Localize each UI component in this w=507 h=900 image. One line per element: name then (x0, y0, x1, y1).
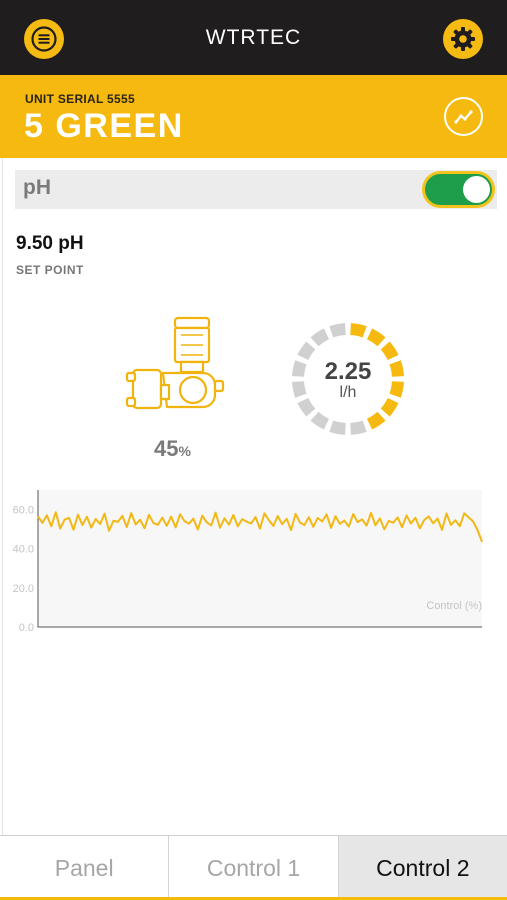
y-tick-label: 20.0 (13, 583, 34, 595)
tab-control-2[interactable]: Control 2 (338, 836, 507, 900)
gauge-segment (366, 328, 386, 347)
gauge-segment (310, 328, 330, 347)
gauge-segment (366, 411, 386, 430)
chart-legend: Control (%) (426, 600, 482, 612)
pump-speed-readout: 45% (125, 436, 220, 462)
tab-control-1[interactable]: Control 1 (169, 836, 339, 900)
tab-panel[interactable]: Panel (0, 836, 170, 900)
y-tick-label: 0.0 (19, 622, 34, 634)
toggle-knob (463, 176, 490, 203)
gauge-segment (310, 411, 330, 430)
unit-banner: UNIT SERIAL 5555 5 GREEN (0, 75, 507, 158)
setpoint-label: SET POINT (16, 263, 84, 277)
trend-button[interactable] (444, 97, 483, 136)
setpoint-value[interactable]: 9.50 pH (16, 233, 84, 255)
pump-speed-value: 45 (154, 436, 179, 461)
y-tick-label: 40.0 (13, 544, 34, 556)
sensor-row: pH (15, 170, 497, 209)
menu-button[interactable] (24, 19, 64, 59)
gauge-segment (350, 420, 367, 435)
settings-button[interactable] (443, 19, 483, 59)
trend-chart-icon (453, 109, 473, 124)
gauge-segment (329, 420, 346, 435)
pump-speed-unit: % (178, 443, 191, 459)
pump-icon (125, 316, 225, 410)
control-trend-chart: 60.0 40.0 20.0 0.0 Control (%) (13, 490, 483, 634)
chart-plot-area (38, 490, 482, 627)
menu-icon (31, 26, 57, 52)
sensor-label: pH (23, 176, 51, 199)
bottom-tab-bar: Panel Control 1 Control 2 (0, 835, 507, 900)
gauge-segment (329, 323, 346, 338)
flow-rate-unit: l/h (339, 384, 357, 401)
gear-icon (451, 27, 475, 51)
toggle-track (425, 174, 492, 205)
app-title: WTRTEC (205, 25, 302, 49)
y-tick-label: 60.0 (13, 505, 34, 517)
unit-serial: UNIT SERIAL 5555 (25, 92, 135, 106)
app-header: WTRTEC (0, 0, 507, 75)
gauge-segment (350, 323, 367, 338)
unit-name: 5 GREEN (24, 107, 184, 145)
flow-rate-value: 2.25 (324, 358, 372, 385)
sensor-enable-toggle[interactable] (422, 171, 495, 208)
